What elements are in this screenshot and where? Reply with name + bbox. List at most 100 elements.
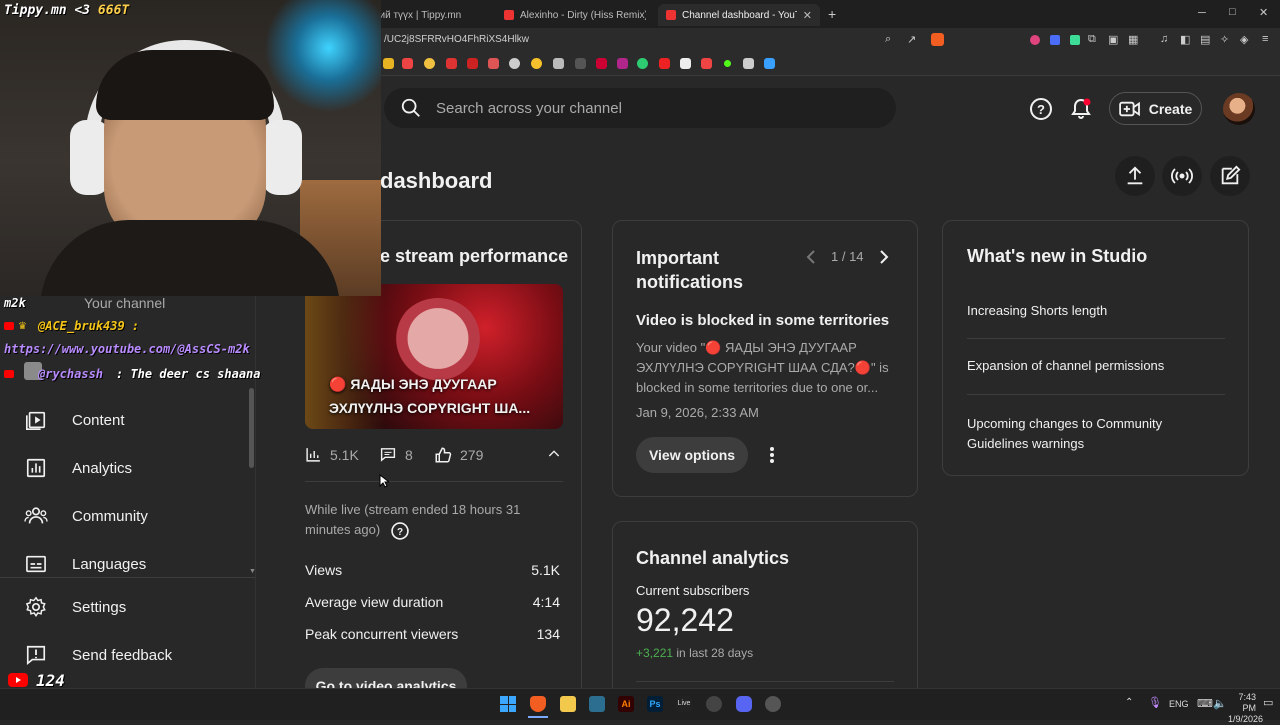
media-icon[interactable]: ♫ [1160,33,1168,45]
start-button[interactable] [500,696,516,712]
maximize-button[interactable]: □ [1229,6,1236,18]
bookmark-folder-icon[interactable] [383,58,394,69]
notification-center-icon[interactable]: ▭ [1263,696,1273,709]
whats-new-item[interactable]: Upcoming changes to Community Guidelines… [967,414,1197,454]
bookmark-icon[interactable] [553,58,564,69]
page-title: dashboard [380,168,493,193]
bookmark-icon[interactable] [637,58,648,69]
tab-label: Channel dashboard - YouTube Studio [682,9,797,21]
url-field[interactable]: /UC2j8SFRRvHO4FhRiXS4Hlkw [384,34,529,45]
previous-notification-button[interactable] [805,249,817,270]
bookmark-icon[interactable] [446,58,457,69]
tab-tippy[interactable]: ний түүх | Tippy.mn [366,4,490,26]
whats-new-item[interactable]: Expansion of channel permissions [967,358,1164,373]
clock[interactable]: 7:43 PM 1/9/2026 [1228,692,1263,725]
bookmark-icon[interactable] [680,58,691,69]
bookmark-icon[interactable] [743,58,754,69]
streamer-count: 666T [97,3,130,18]
account-avatar[interactable] [1223,93,1255,125]
file-explorer-icon[interactable] [560,696,576,712]
sidebar-item-content[interactable]: Content [0,396,255,444]
app-icon[interactable] [765,696,781,712]
view-options-button[interactable]: View options [636,437,748,473]
bookmark-icon[interactable] [617,58,628,69]
close-tab-icon[interactable]: ✕ [803,9,812,22]
whats-new-item[interactable]: Increasing Shorts length [967,303,1107,318]
zoom-icon[interactable]: ⌕ [885,33,891,46]
discord-icon[interactable] [736,696,752,712]
create-post-button[interactable] [1210,156,1250,196]
bookmark-icon[interactable] [467,58,478,69]
sidebar-toggle-icon[interactable]: ◧ [1180,33,1190,46]
collapse-button[interactable] [546,446,562,467]
bookmark-icon[interactable] [488,58,499,69]
sidebar-item-settings[interactable]: Settings [0,583,255,631]
bookmark-icon[interactable] [424,58,435,69]
brave-browser-icon[interactable] [530,696,546,712]
app-icon[interactable] [589,696,605,712]
bookmark-icon[interactable] [531,58,542,69]
divider [0,577,255,578]
likes-stat: 279 [434,446,483,464]
extension-icon[interactable] [1070,35,1080,45]
subscribers-count: 92,242 [636,602,734,638]
search-input[interactable] [436,99,856,117]
sidebar-item-languages[interactable]: Languages [0,540,255,588]
show-hidden-icons-icon[interactable]: ⌃ [1125,697,1133,708]
obs-icon[interactable] [706,696,722,712]
bookmark-icon[interactable] [659,58,670,69]
language-indicator[interactable]: ENG [1169,699,1189,709]
extension-icon[interactable] [1050,35,1060,45]
extension-icon[interactable] [1030,35,1040,45]
live-app-icon[interactable]: Live [676,696,692,712]
wallet-icon[interactable]: ▤ [1200,33,1210,46]
video-camera-plus-icon [1118,101,1140,116]
help-button[interactable]: ? [1021,89,1061,129]
tab-channel-dashboard[interactable]: Channel dashboard - YouTube Studio ✕ [658,4,820,26]
sidebar-item-community[interactable]: Community [0,492,255,540]
microphone-icon[interactable]: 🎙 [1148,696,1162,709]
metric-value: 134 [536,626,560,642]
share-icon[interactable]: ↗ [907,33,916,46]
brave-shield-icon[interactable] [931,33,944,46]
bookmark-icon[interactable] [764,58,775,69]
streamer-hair [96,50,274,120]
notifications-button[interactable] [1061,89,1101,129]
leo-icon[interactable]: ✧ [1220,33,1229,46]
help-circle-icon[interactable]: ? [390,521,410,541]
more-options-button[interactable] [764,445,780,470]
go-to-video-analytics-button[interactable]: Go to video analytics [305,668,467,688]
bookmark-icon[interactable] [402,58,413,69]
tab-youtube-music[interactable]: Alexinho - Dirty (Hiss Remix) - YouTube [496,4,654,26]
volume-icon[interactable]: 🔈 [1213,697,1227,710]
vpn-icon[interactable]: ◈ [1240,33,1248,46]
streamer-name: Tippy.mn <3 [4,3,91,18]
search-bar[interactable] [384,88,896,128]
next-notification-button[interactable] [878,249,890,270]
illustrator-icon[interactable]: Ai [618,696,634,712]
go-live-button[interactable] [1162,156,1202,196]
photoshop-icon[interactable]: Ps [647,696,663,712]
bookmark-icon[interactable] [575,58,586,69]
extension-icon[interactable]: ▦ [1128,33,1138,46]
menu-icon[interactable]: ≡ [1262,33,1268,45]
new-tab-button[interactable]: + [828,6,836,22]
bookmark-icon[interactable] [724,60,731,67]
divider [967,394,1225,395]
extensions-puzzle-icon[interactable]: ⧉ [1088,33,1096,46]
chat-user-tag: m2k [4,296,26,310]
chevron-left-icon [806,250,815,264]
subscribers-delta-period: in last 28 days [676,646,754,660]
network-icon[interactable]: ⌨ [1197,697,1213,710]
close-window-button[interactable]: ✕ [1259,6,1268,19]
stream-card-title: e stream performance [380,246,569,266]
extension-icon[interactable]: ▣ [1108,33,1118,46]
bookmark-icon[interactable] [596,58,607,69]
bookmark-icon[interactable] [509,58,520,69]
upload-icon [1127,166,1143,185]
create-button[interactable]: Create [1109,92,1202,125]
minimize-button[interactable]: ─ [1198,7,1206,19]
sidebar-item-analytics[interactable]: Analytics [0,444,255,492]
bookmark-icon[interactable] [701,58,712,69]
upload-button[interactable] [1115,156,1155,196]
